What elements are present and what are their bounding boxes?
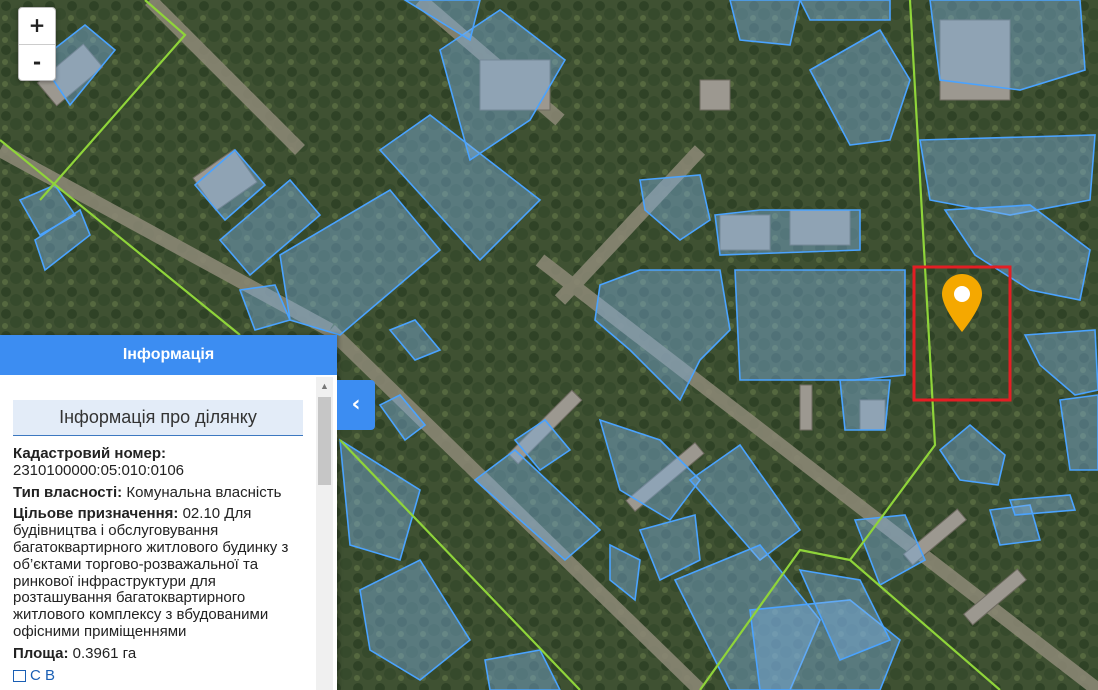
panel-content: Інформація про ділянку Кадастровий номер… xyxy=(0,375,315,690)
ownership-label: Тип власності: xyxy=(13,483,123,501)
zoom-control: + - xyxy=(18,7,56,81)
ownership-field: Тип власності: Комунальна власність xyxy=(13,483,302,502)
scroll-up-arrow-icon[interactable]: ▲ xyxy=(316,379,333,393)
document-icon xyxy=(13,669,26,682)
parcel-link[interactable]: С В xyxy=(13,666,302,685)
panel-title: Інформація xyxy=(0,335,337,375)
cadastral-value: 2310100000:05:010:0106 xyxy=(13,461,185,479)
zoom-out-button[interactable]: - xyxy=(19,44,55,81)
parcel-fields: Кадастровий номер: 2310100000:05:010:010… xyxy=(13,445,302,685)
area-field: Площа: 0.3961 га xyxy=(13,644,302,663)
purpose-value: 02.10 Для будівництва і обслуговування б… xyxy=(13,505,289,640)
purpose-label: Цільове призначення: xyxy=(13,505,179,523)
panel-scrollbar[interactable]: ▲ xyxy=(316,377,333,690)
info-panel: Інформація Інформація про ділянку Кадаст… xyxy=(0,335,337,690)
area-value: 0.3961 га xyxy=(72,644,137,662)
zoom-in-button[interactable]: + xyxy=(19,8,55,44)
cadastral-number-field: Кадастровий номер: 2310100000:05:010:010… xyxy=(13,445,302,480)
section-title: Інформація про ділянку xyxy=(13,400,303,436)
location-marker-icon[interactable] xyxy=(940,272,984,334)
cadastral-label: Кадастровий номер: xyxy=(13,445,167,462)
scroll-thumb[interactable] xyxy=(318,397,331,485)
purpose-field: Цільове призначення: 02.10 Для будівницт… xyxy=(13,505,302,640)
parcel-link-label: С В xyxy=(30,666,56,684)
ownership-value: Комунальна власність xyxy=(126,483,282,501)
area-label: Площа: xyxy=(13,644,69,662)
collapse-panel-button[interactable]: ‹ xyxy=(337,380,375,430)
